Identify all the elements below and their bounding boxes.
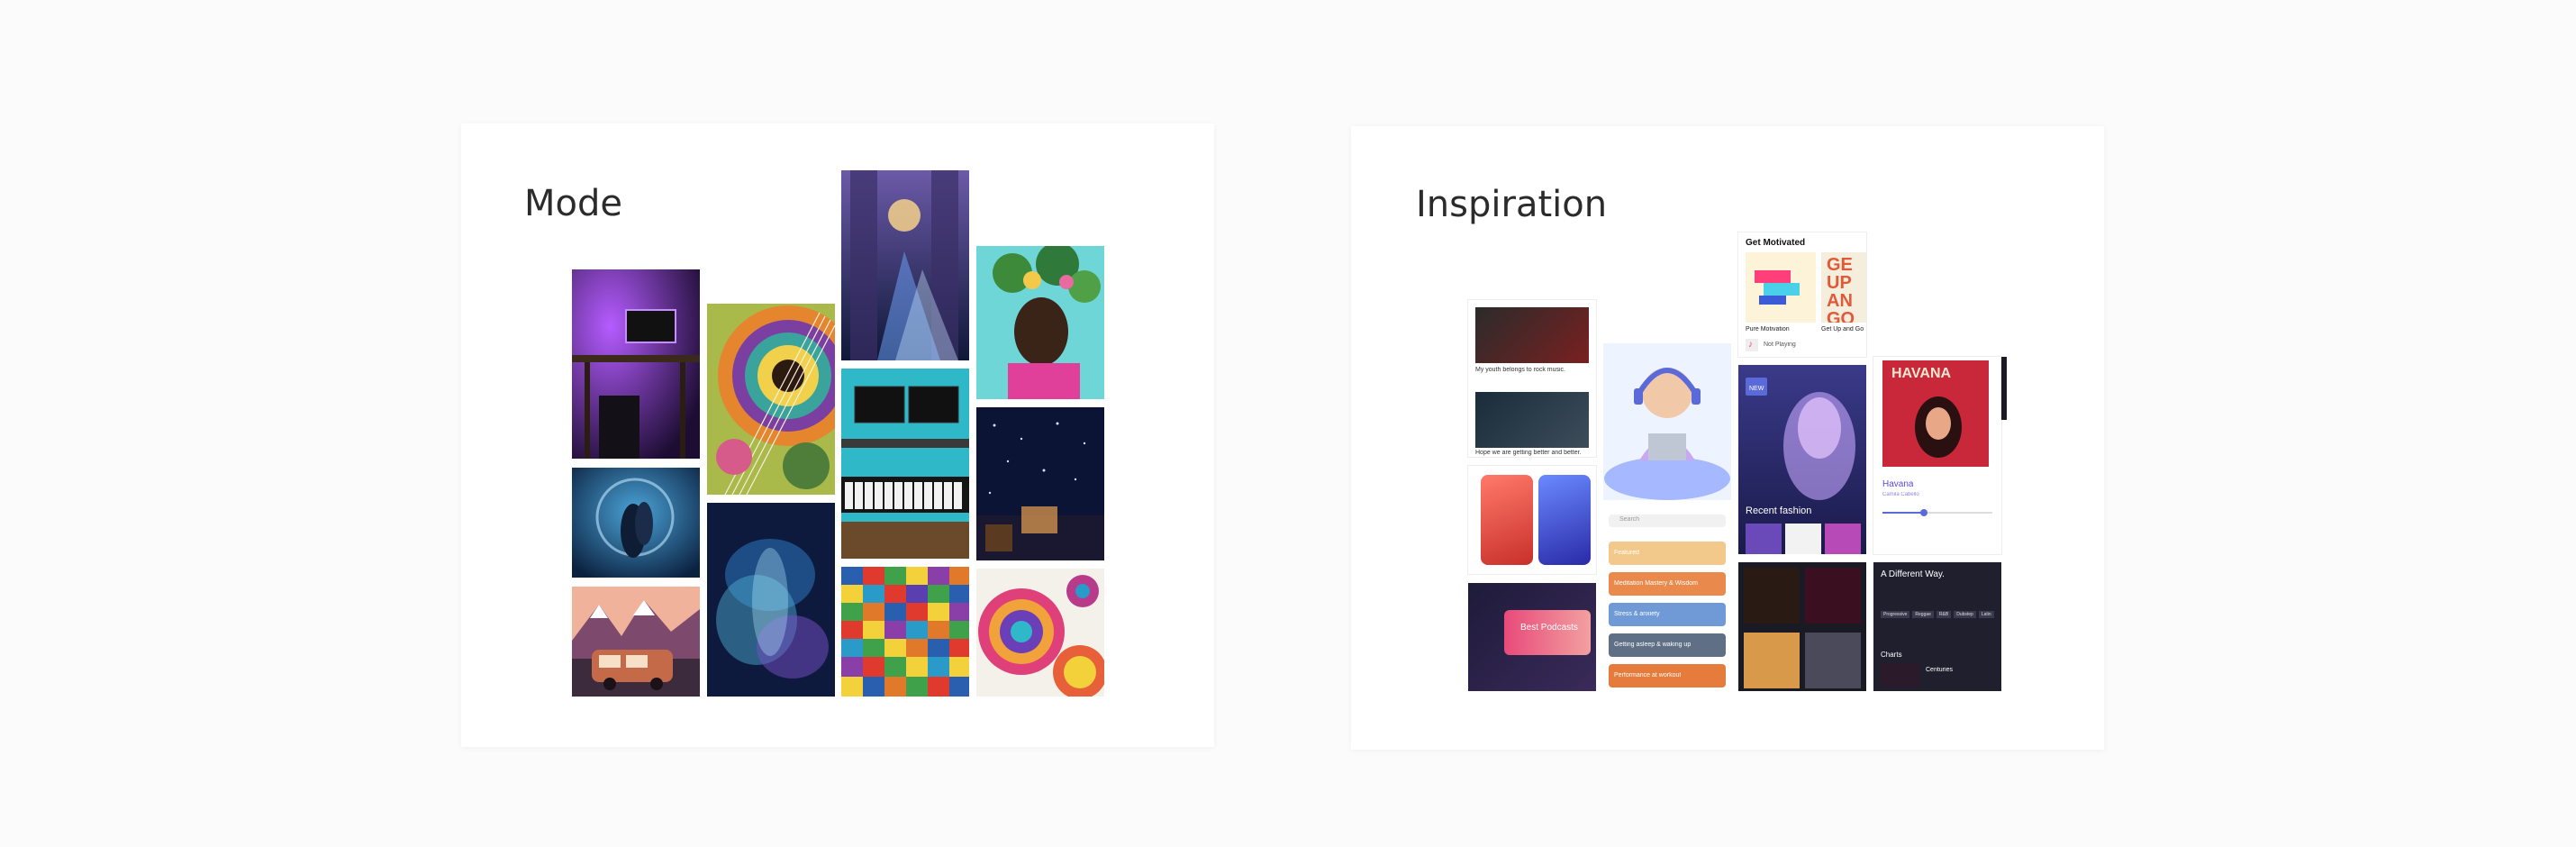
purple-desk-studio-image — [572, 269, 700, 459]
feed-photo-2 — [1475, 392, 1589, 448]
get-motivated-title: Get Motivated — [1746, 238, 1806, 248]
different-way-title: A Different Way. — [1881, 569, 1945, 579]
edge-strip — [2001, 357, 2007, 420]
podcast-title: Best Podcasts — [1520, 623, 1578, 633]
genre-chip[interactable]: Progressive — [1881, 611, 1910, 618]
category-featured[interactable]: Featured — [1609, 542, 1726, 565]
genre-chip[interactable]: Reggae — [1912, 611, 1934, 618]
category-workout[interactable]: Performance at workout — [1609, 664, 1726, 688]
feed-photo-1 — [1475, 307, 1589, 363]
keyboard-studio-setup-image — [841, 369, 969, 559]
get-up-and-go-label: Get Up and Go — [1821, 326, 1864, 332]
app-card-red[interactable] — [1481, 475, 1533, 565]
blue-smoke-texture-image — [707, 503, 835, 697]
category-sleep[interactable]: Getting asleep & waking up — [1609, 633, 1726, 657]
feed-post-2-text: Hope we are getting better and better. — [1475, 450, 1582, 456]
havana-player-screen: HAVANA Havana Camila Cabello — [1873, 357, 2001, 554]
genre-chip[interactable]: Dubstep — [1954, 611, 1976, 618]
music-grid-screen — [1738, 562, 1866, 691]
mode-title: Mode — [524, 183, 622, 224]
app-cards-screen — [1468, 466, 1596, 574]
playback-progress[interactable] — [1882, 509, 1992, 516]
meditation-categories-screen: Search Featured Meditation Mastery & Wis… — [1603, 500, 1731, 691]
feed-screen: My youth belongs to rock music. Hope we … — [1468, 300, 1596, 457]
mode-board-card: Mode — [461, 123, 1214, 747]
chart-item-title: Centuries — [1926, 667, 1953, 673]
new-badge: NEW — [1746, 378, 1768, 396]
search-placeholder: Search — [1619, 516, 1640, 523]
havana-cover: HAVANA — [1882, 360, 1989, 467]
havana-artist: Camila Cabello — [1882, 492, 1919, 497]
search-input[interactable]: Search — [1609, 515, 1726, 527]
app-card-blue[interactable] — [1538, 475, 1591, 565]
category-stress[interactable]: Stress & anxiety — [1609, 603, 1726, 626]
recent-fashion-screen: NEW Recent fashion — [1738, 365, 1866, 554]
music-note-icon: ♪ — [1746, 339, 1758, 351]
flower-crown-portrait-image — [976, 246, 1104, 399]
get-up-cover-text: GE UP AN GO — [1827, 256, 1855, 323]
feed-post-1-text: My youth belongs to rock music. — [1475, 367, 1565, 373]
best-podcasts-screen: Best Podcasts — [1468, 583, 1596, 691]
headphones-illustration — [1603, 343, 1731, 500]
podcast-banner[interactable] — [1504, 610, 1591, 655]
get-motivated-screen: Get Motivated GE UP AN GO Pure Motivatio… — [1738, 232, 1866, 357]
pure-motivation-label: Pure Motivation — [1746, 326, 1790, 332]
moonlit-couple-art-image — [572, 468, 700, 578]
inspiration-title: Inspiration — [1416, 184, 1608, 225]
genre-chip[interactable]: R&B — [1936, 611, 1952, 618]
category-meditation[interactable]: Meditation Mastery & Wisdom — [1609, 572, 1726, 596]
progress-knob[interactable] — [1920, 509, 1927, 516]
different-way-screen: A Different Way. Progressive Reggae R&B Dub… — [1873, 562, 2001, 691]
inspiration-board-card: Inspiration My youth belongs to rock mus… — [1351, 126, 2104, 750]
psychedelic-floral-pattern-image — [976, 569, 1104, 697]
city-night-lights-image — [841, 170, 969, 360]
chart-cover[interactable] — [1881, 663, 1920, 687]
genre-chips: Progressive Reggae R&B Dubstep Latin — [1881, 604, 1998, 618]
havana-song-title: Havana — [1882, 479, 1914, 489]
charts-heading: Charts — [1881, 651, 1902, 659]
get-up-and-go-cover[interactable]: GE UP AN GO — [1821, 252, 1866, 323]
guitar-mandala-art-image — [707, 304, 835, 495]
recent-fashion-title: Recent fashion — [1746, 505, 1812, 516]
genre-chip[interactable]: Latin — [1978, 611, 1994, 618]
pure-motivation-cover[interactable] — [1746, 252, 1816, 323]
starry-room-image — [976, 407, 1104, 560]
now-playing-status: Not Playing — [1764, 342, 1796, 348]
colorful-pixel-mosaic-image — [841, 567, 969, 697]
van-mountain-illustration-image — [572, 587, 700, 697]
